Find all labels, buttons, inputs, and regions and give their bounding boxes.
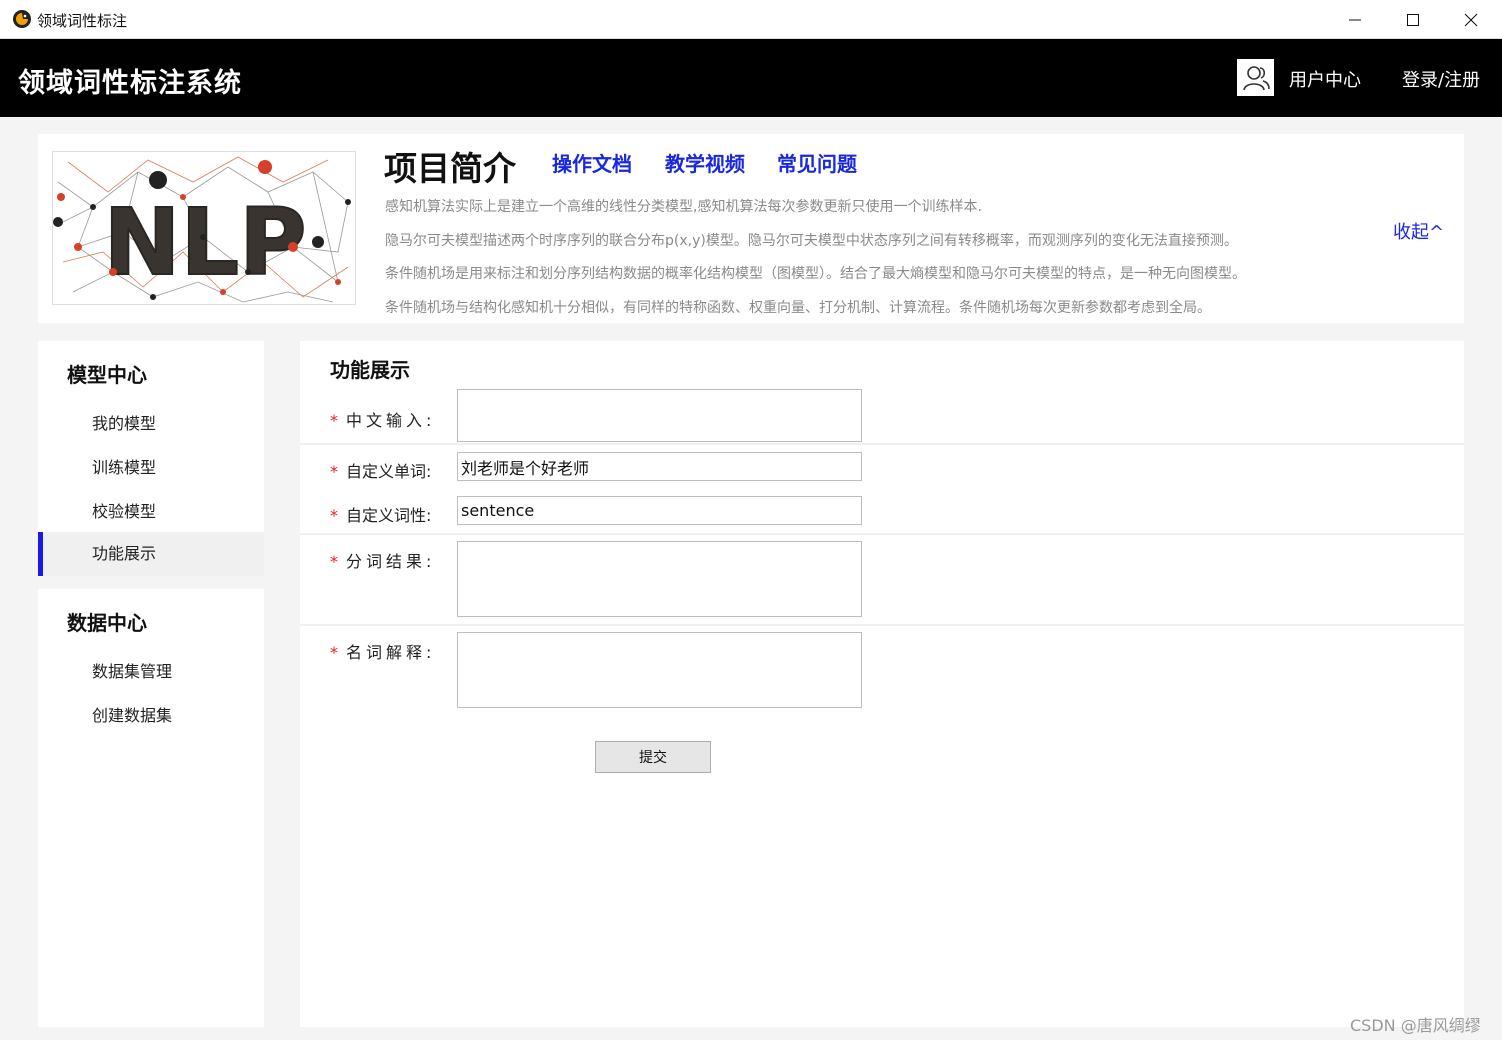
video-tutorial-link[interactable]: 教学视频 (665, 148, 745, 177)
watermark-text: CSDN @唐风绸缪 (1350, 1016, 1481, 1035)
nlp-banner-text: NLP (103, 189, 306, 296)
close-icon (1464, 13, 1478, 26)
data-center-heading: 数据中心 (67, 611, 147, 635)
custom-pos-input[interactable] (457, 496, 862, 525)
nlp-banner-image: NLP (52, 151, 356, 305)
window-titlebar: 领域词性标注 (0, 0, 1502, 39)
required-mark: * (330, 643, 338, 662)
chinese-input-label: * 中文输入: (330, 411, 436, 430)
panel-title: 功能展示 (330, 358, 410, 382)
collapse-toggle[interactable]: 收起^ (1393, 218, 1444, 244)
app-logo-icon (13, 10, 31, 28)
window-title: 领域词性标注 (37, 12, 128, 30)
close-button[interactable] (1442, 0, 1500, 39)
minimize-icon (1349, 19, 1361, 20)
sidebar-item-train-model[interactable]: 训练模型 (38, 446, 264, 490)
required-mark: * (330, 552, 338, 571)
intro-line: 隐马尔可夫模型描述两个时序序列的联合分布p(x,y)模型。隐马尔可夫模型中状态序… (385, 233, 1238, 249)
segment-result-label: * 分词结果: (330, 552, 436, 571)
login-register-link[interactable]: 登录/注册 (1402, 66, 1480, 92)
docs-link[interactable]: 操作文档 (552, 148, 632, 177)
project-intro-card: NLP 项目简介 操作文档 教学视频 常见问题 感知机算法实际上是建立一个高维的… (38, 134, 1464, 323)
sidebar-item-create-dataset[interactable]: 创建数据集 (38, 694, 264, 738)
term-explain-label: * 名词解释: (330, 643, 436, 662)
intro-line: 条件随机场是用来标注和划分序列结构数据的概率化结构模型（图模型）。结合了最大熵模… (385, 266, 1246, 282)
term-explain-field[interactable] (457, 632, 862, 708)
maximize-button[interactable] (1384, 0, 1442, 39)
segment-result-field[interactable] (457, 541, 862, 617)
submit-button[interactable]: 提交 (595, 741, 711, 773)
divider (300, 443, 1464, 445)
custom-pos-label: * 自定义词性: (330, 506, 432, 525)
sidebar-item-feature-demo[interactable]: 功能展示 (38, 532, 264, 576)
feature-demo-panel: 功能展示 *中文输入: *自定义单词: *自定义词性: *分词结果: *名词解释… (300, 341, 1464, 1027)
user-group-icon (1242, 65, 1270, 90)
divider (300, 533, 1464, 535)
sidebar-item-dataset-manage[interactable]: 数据集管理 (38, 650, 264, 694)
data-center-section: 数据中心 数据集管理 创建数据集 (38, 589, 264, 1027)
user-avatar[interactable] (1237, 59, 1274, 96)
required-mark: * (330, 506, 338, 525)
sidebar-item-my-models[interactable]: 我的模型 (38, 402, 264, 446)
custom-word-label: * 自定义单词: (330, 462, 432, 481)
model-center-section: 模型中心 我的模型 训练模型 校验模型 (38, 341, 264, 532)
intro-line: 感知机算法实际上是建立一个高维的线性分类模型,感知机算法每次参数更新只使用一个训… (385, 199, 982, 215)
app-header: 领域词性标注系统 用户中心 登录/注册 (0, 39, 1502, 117)
model-center-heading: 模型中心 (67, 363, 147, 387)
maximize-icon (1407, 13, 1419, 26)
divider (300, 624, 1464, 626)
faq-link[interactable]: 常见问题 (777, 148, 857, 177)
custom-word-input[interactable] (457, 452, 862, 481)
sidebar-item-validate-model[interactable]: 校验模型 (38, 490, 264, 534)
brand-title: 领域词性标注系统 (18, 68, 242, 99)
sidebar: 模型中心 我的模型 训练模型 校验模型 功能展示 数据中心 数据集管理 创建数据… (38, 341, 264, 1027)
chinese-input-field[interactable] (457, 389, 862, 442)
minimize-button[interactable] (1326, 0, 1384, 39)
user-center-link[interactable]: 用户中心 (1289, 66, 1361, 92)
required-mark: * (330, 462, 338, 481)
intro-title: 项目简介 (384, 149, 516, 188)
intro-line: 条件随机场与结构化感知机十分相似，有同样的特称函数、权重向量、打分机制、计算流程… (385, 300, 1211, 316)
required-mark: * (330, 411, 338, 430)
